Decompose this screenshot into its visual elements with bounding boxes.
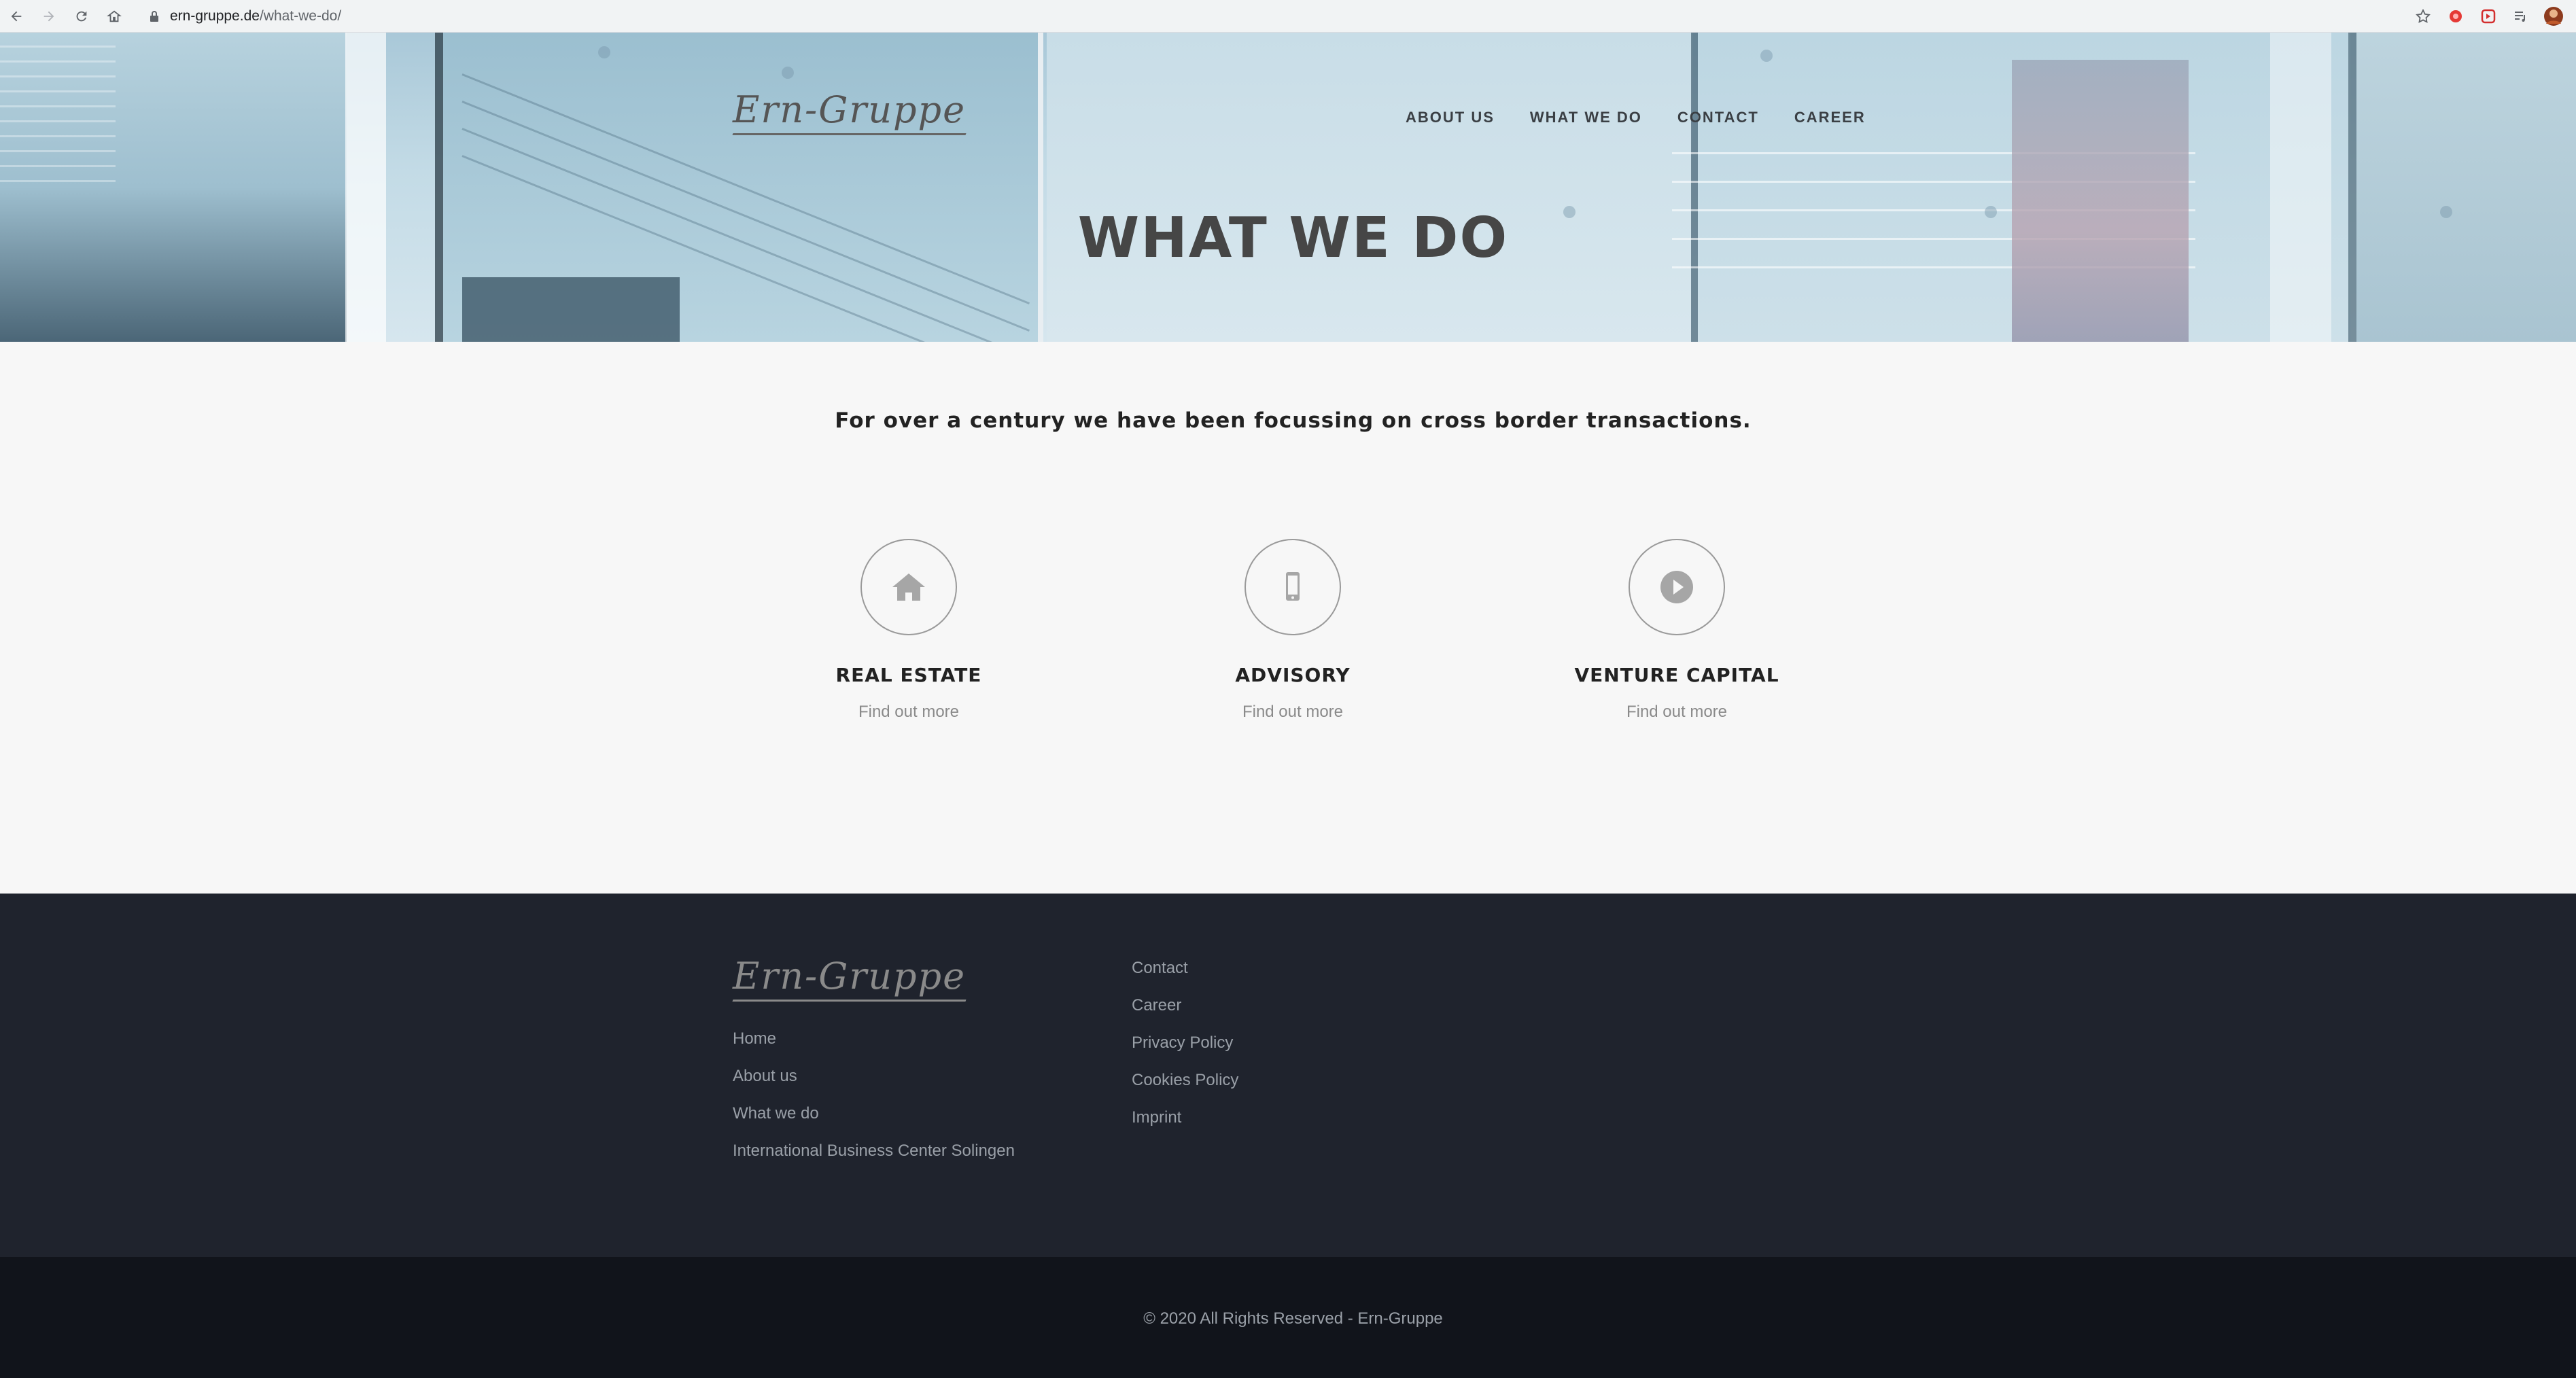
background-stripe (2270, 33, 2331, 342)
forward-arrow-icon (43, 11, 54, 21)
site-logo[interactable]: Ern-Gruppe (732, 88, 967, 135)
footer-logo[interactable]: Ern-Gruppe (732, 955, 967, 1002)
window-frame (2348, 33, 2356, 342)
window-frame (1691, 33, 1698, 342)
copyright-text: © 2020 All Rights Reserved - Ern-Gruppe (1143, 1309, 1443, 1328)
nav-about-us[interactable]: ABOUT US (1406, 109, 1495, 126)
wall-bolt (1760, 50, 1773, 62)
footer-links-primary: Home About us What we do International B… (733, 1031, 1015, 1159)
service-title: VENTURE CAPITAL (1574, 664, 1779, 686)
lock-icon (150, 11, 158, 22)
wall-bolt (782, 67, 794, 79)
service-advisory[interactable]: ADVISORY Find out more (1143, 539, 1442, 722)
playlist-icon (2515, 12, 2525, 22)
service-real-estate[interactable]: REAL ESTATE Find out more (759, 539, 1058, 722)
service-icon-circle[interactable] (1245, 539, 1341, 635)
home-button[interactable] (98, 0, 130, 33)
logo-text: Ern-Gruppe (733, 955, 967, 997)
logo-underline (732, 1000, 967, 1002)
reload-icon (76, 11, 87, 21)
background-panel (2356, 33, 2576, 342)
background-panel (462, 277, 680, 342)
extension-red-square-icon (2481, 9, 2496, 24)
bookmark-star-button[interactable] (2413, 6, 2433, 26)
service-icon-circle[interactable] (1629, 539, 1725, 635)
footer-link-what-we-do[interactable]: What we do (733, 1106, 1015, 1122)
home-icon (892, 573, 925, 601)
back-arrow-icon (11, 11, 22, 21)
star-icon (2416, 8, 2431, 23)
footer-link-contact[interactable]: Contact (1132, 960, 1238, 976)
extension-button-1[interactable] (2446, 6, 2466, 26)
window-frame (435, 33, 443, 342)
extension-button-2[interactable] (2478, 6, 2499, 26)
footer-link-imprint[interactable]: Imprint (1132, 1110, 1238, 1126)
reload-button[interactable] (65, 0, 98, 33)
footer-link-cookies-policy[interactable]: Cookies Policy (1132, 1072, 1238, 1089)
page-title: WHAT WE DO (1077, 206, 1509, 270)
footer-link-career[interactable]: Career (1132, 997, 1238, 1014)
nav-what-we-do[interactable]: WHAT WE DO (1530, 109, 1642, 126)
service-icon-circle[interactable] (860, 539, 957, 635)
find-out-more-link[interactable]: Find out more (759, 703, 1058, 722)
url-domain: ern-gruppe.de (170, 8, 260, 24)
logo-text: Ern-Gruppe (733, 88, 967, 131)
avatar-icon (2544, 7, 2563, 26)
service-venture-capital[interactable]: VENTURE CAPITAL Find out more (1527, 539, 1826, 722)
hero-banner: Ern-Gruppe ABOUT US WHAT WE DO CONTACT C… (0, 33, 2576, 342)
play-circle-icon (1660, 571, 1693, 603)
forward-button[interactable] (33, 0, 65, 33)
tagline: For over a century we have been focussin… (835, 408, 1752, 433)
mobile-phone-icon (1286, 572, 1300, 601)
main-content: For over a century we have been focussin… (0, 342, 2576, 894)
back-button[interactable] (0, 0, 33, 33)
main-navigation: ABOUT US WHAT WE DO CONTACT CAREER (1406, 109, 1866, 126)
window-frame (1038, 33, 1043, 342)
browser-toolbar: ern-gruppe.de/what-we-do/ (0, 0, 2576, 33)
footer-link-privacy-policy[interactable]: Privacy Policy (1132, 1035, 1238, 1051)
background-stripe (345, 33, 386, 342)
site-footer: Ern-Gruppe Home About us What we do Inte… (0, 894, 2576, 1257)
footer-link-about-us[interactable]: About us (733, 1068, 1015, 1084)
wall-bolt (598, 46, 610, 58)
url-path: /what-we-do/ (259, 8, 342, 24)
nav-career[interactable]: CAREER (1794, 109, 1866, 126)
address-bar[interactable]: ern-gruppe.de/what-we-do/ (136, 4, 2365, 29)
media-queue-button[interactable] (2511, 6, 2531, 26)
find-out-more-link[interactable]: Find out more (1527, 703, 1826, 722)
extension-red-circle-icon (2450, 10, 2462, 22)
logo-underline (732, 133, 967, 135)
footer-link-ibc-solingen[interactable]: International Business Center Solingen (733, 1143, 1015, 1159)
background-panel (2012, 60, 2189, 342)
background-panel (0, 33, 116, 182)
profile-avatar[interactable] (2543, 6, 2564, 26)
nav-contact[interactable]: CONTACT (1677, 109, 1759, 126)
footer-links-secondary: Contact Career Privacy Policy Cookies Po… (1132, 960, 1238, 1126)
home-outline-icon (107, 10, 122, 22)
service-title: REAL ESTATE (835, 664, 982, 686)
background-panel (1047, 33, 1692, 342)
copyright-bar: © 2020 All Rights Reserved - Ern-Gruppe (0, 1257, 2576, 1378)
footer-link-home[interactable]: Home (733, 1031, 1015, 1047)
find-out-more-link[interactable]: Find out more (1143, 703, 1442, 722)
service-title: ADVISORY (1235, 664, 1351, 686)
